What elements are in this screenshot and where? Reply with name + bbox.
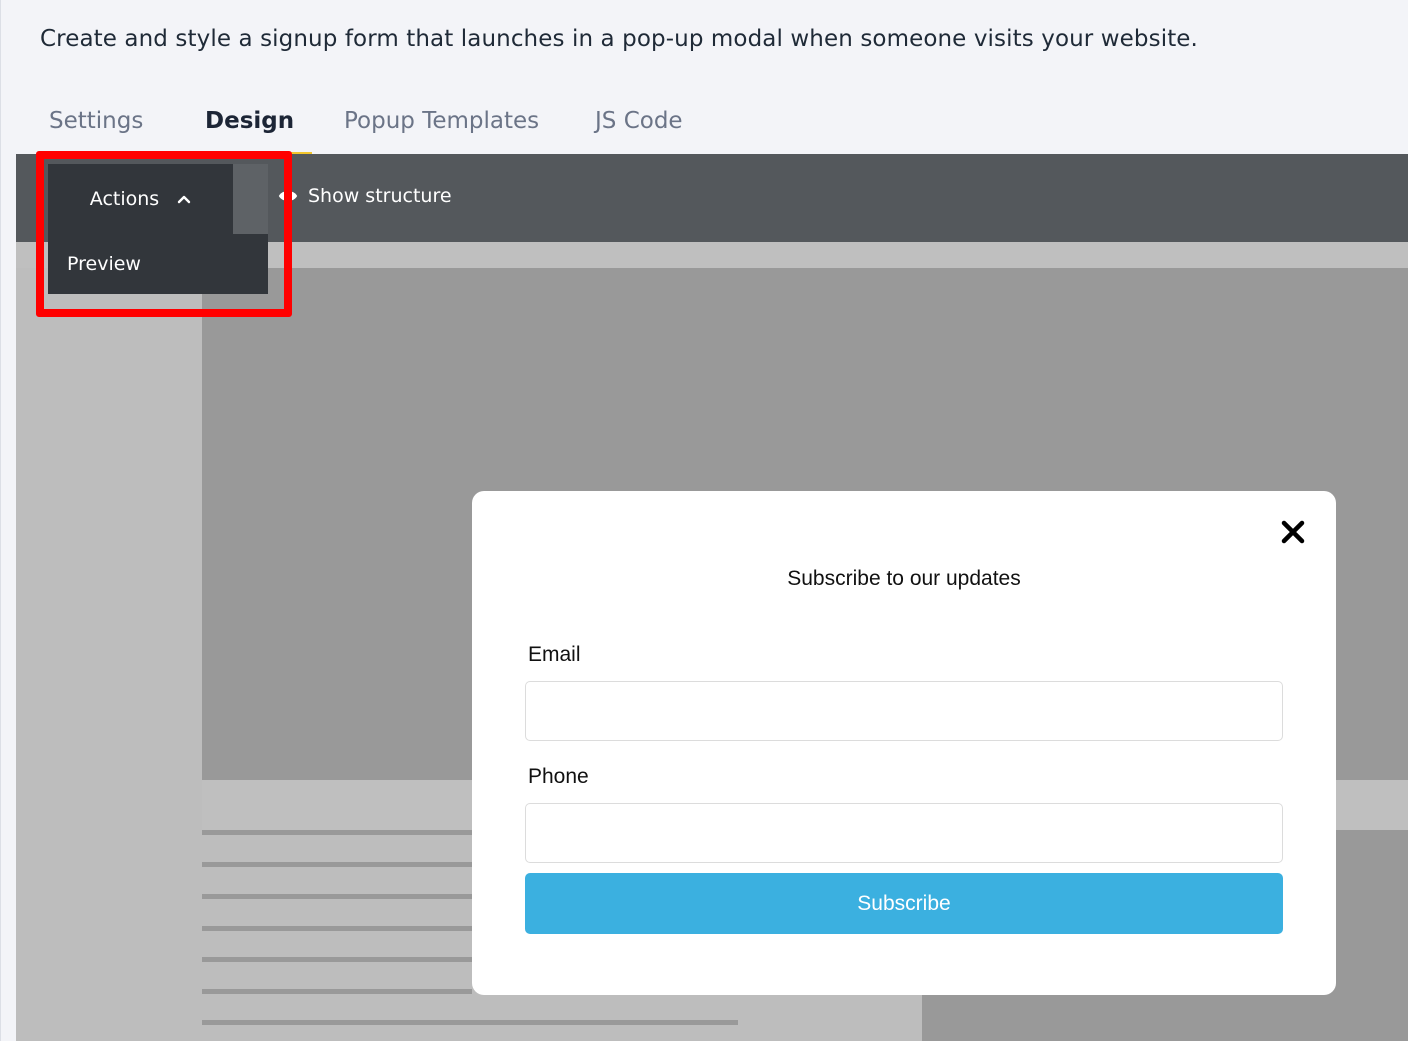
placeholder-text-line [202, 989, 472, 994]
eye-icon [278, 191, 298, 201]
modal-title: Subscribe to our updates [787, 567, 1021, 590]
close-icon[interactable] [1280, 519, 1306, 545]
signup-popup-modal: Subscribe to our updates Email Phone Sub… [472, 491, 1336, 995]
show-structure-label: Show structure [308, 185, 452, 207]
actions-menu: Preview [48, 234, 268, 294]
placeholder-text-line [202, 894, 472, 899]
actions-split-divider [233, 164, 268, 234]
placeholder-text-line [202, 957, 472, 962]
placeholder-text-line [202, 830, 472, 835]
actions-label: Actions [89, 188, 160, 210]
tab-js-code[interactable]: JS Code [595, 108, 683, 134]
email-field[interactable] [525, 681, 1283, 741]
show-structure-button[interactable]: Show structure [278, 185, 452, 207]
actions-button[interactable]: Actions [48, 164, 233, 234]
page-left-border [0, 0, 1, 1041]
menu-item-preview[interactable]: Preview [67, 253, 141, 275]
placeholder-text-line [202, 862, 472, 867]
page-description: Create and style a signup form that laun… [40, 26, 1198, 52]
tab-bar: Settings Design Popup Templates JS Code [16, 92, 1408, 155]
tab-settings[interactable]: Settings [49, 108, 143, 134]
email-label: Email [528, 643, 581, 666]
tab-design[interactable]: Design [205, 108, 294, 134]
placeholder-text-line [202, 926, 472, 931]
actions-dropdown: Actions Preview [48, 164, 268, 294]
chevron-up-icon [178, 195, 191, 204]
design-editor: Show structure Actions Preview Subscribe… [16, 154, 1408, 1041]
phone-field[interactable] [525, 803, 1283, 863]
subscribe-button[interactable]: Subscribe [525, 873, 1283, 934]
tab-popup-templates[interactable]: Popup Templates [344, 108, 539, 134]
placeholder-text-line [202, 1020, 738, 1025]
phone-label: Phone [528, 765, 589, 788]
